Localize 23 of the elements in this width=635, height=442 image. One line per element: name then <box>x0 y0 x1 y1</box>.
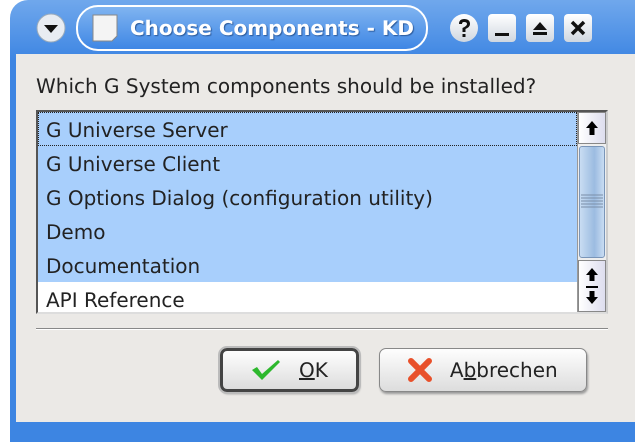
list-item[interactable]: Documentation <box>38 248 577 282</box>
scroll-arrows-button[interactable] <box>578 260 606 312</box>
minimize-icon[interactable] <box>488 14 516 42</box>
up-down-arrows-icon <box>585 266 599 306</box>
question-label: Which G System components should be installed? <box>36 74 538 100</box>
menu-icon[interactable] <box>36 13 66 43</box>
list-item[interactable]: G Universe Client <box>38 146 577 180</box>
list-item[interactable]: G Universe Server <box>38 112 577 146</box>
document-icon <box>92 14 118 42</box>
scroll-up-button[interactable] <box>578 112 606 144</box>
list-item[interactable]: Demo <box>38 214 577 248</box>
list-item[interactable]: G Options Dialog (configuration utility) <box>38 180 577 214</box>
list-item[interactable]: API Reference <box>38 282 577 316</box>
check-icon <box>251 359 281 381</box>
cross-icon <box>408 358 432 382</box>
cancel-button[interactable]: Abbrechen <box>378 348 587 392</box>
help-icon[interactable] <box>450 14 478 42</box>
maximize-icon[interactable] <box>526 14 554 42</box>
up-arrow-icon <box>585 120 599 136</box>
window-title: Choose Components - KD <box>130 16 414 40</box>
close-icon[interactable] <box>564 14 592 42</box>
ok-button[interactable]: OK <box>220 348 359 392</box>
scrollbar-thumb[interactable] <box>579 146 605 258</box>
